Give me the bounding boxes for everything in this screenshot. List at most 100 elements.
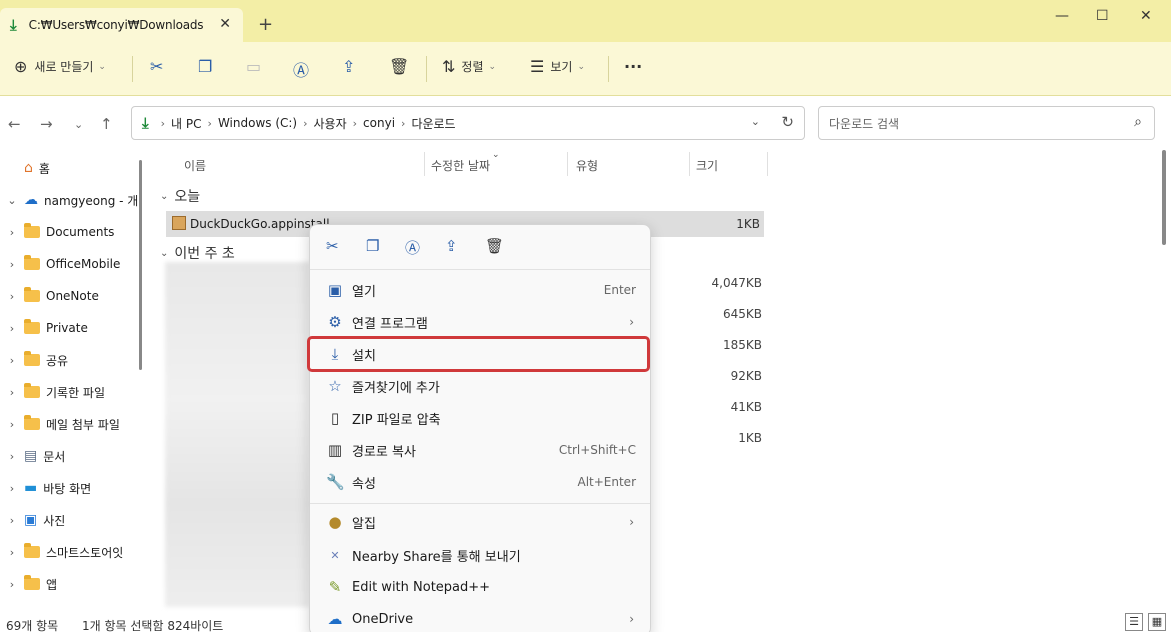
expand-chevron-icon[interactable]: › [0, 354, 24, 367]
forward-arrow-icon[interactable]: → [40, 115, 53, 133]
sidebar-item-shared[interactable]: › 공유 [0, 345, 140, 375]
expand-chevron-icon[interactable]: › [0, 386, 24, 399]
sidebar-item-home[interactable]: ⌂ 홈 [0, 153, 140, 183]
sidebar-item-smartstore[interactable]: › 스마트스토어잇 [0, 537, 140, 567]
close-window-button[interactable]: ✕ [1140, 8, 1152, 24]
wrench-icon: 🔧 [326, 473, 345, 491]
new-tab-button[interactable]: + [258, 14, 273, 35]
share-icon[interactable]: ⇪ [445, 237, 458, 255]
expand-chevron-icon[interactable]: › [0, 546, 24, 559]
column-divider[interactable] [424, 152, 425, 176]
sidebar-item-label: Documents [46, 225, 115, 239]
back-arrow-icon[interactable]: ← [8, 115, 21, 133]
copy-path-icon: ▥ [327, 441, 343, 459]
group-this-week[interactable]: ⌄ 이번 주 초 [160, 243, 235, 263]
expand-chevron-icon[interactable]: › [0, 290, 24, 303]
column-divider[interactable] [689, 152, 690, 176]
column-header-size[interactable]: 크기 [696, 157, 718, 174]
column-header-modified[interactable]: 수정한 날짜 [431, 157, 490, 174]
rename-icon[interactable]: Ⓐ [405, 237, 420, 258]
sidebar-item-label: Private [46, 321, 88, 335]
address-history-chevron-icon[interactable]: ⌄ [751, 115, 760, 128]
breadcrumb-downloads[interactable]: 다운로드 [411, 115, 455, 132]
breadcrumb-users[interactable]: 사용자 [314, 115, 347, 132]
scissors-icon[interactable]: ✂ [326, 237, 339, 255]
paste-button[interactable]: ▭ [246, 57, 261, 76]
minimize-button[interactable]: — [1055, 8, 1069, 24]
sidebar-item-private[interactable]: › Private [0, 313, 140, 343]
view-button[interactable]: ☰ 보기 ⌄ [530, 57, 585, 76]
column-header-name[interactable]: 이름 [184, 157, 206, 174]
breadcrumb-windows-c[interactable]: Windows (C:) [218, 116, 297, 130]
sidebar-item-officemobile[interactable]: › OfficeMobile [0, 249, 140, 279]
file-size: 1KB [736, 217, 760, 231]
sidebar-item-label: 사진 [43, 513, 66, 528]
tab-close-icon[interactable]: ✕ [219, 16, 231, 32]
sidebar-item-pictures[interactable]: › ▣ 사진 [0, 505, 140, 535]
rename-button[interactable]: Ⓐ [293, 57, 309, 81]
search-input[interactable]: 다운로드 검색 ⌕ [818, 106, 1155, 140]
copy-icon[interactable]: ❐ [366, 237, 379, 255]
column-divider[interactable] [767, 152, 768, 176]
blurred-file-list [165, 262, 310, 607]
group-today[interactable]: ⌄ 오늘 [160, 186, 200, 206]
breadcrumb-my-pc[interactable]: 내 PC [171, 115, 201, 132]
details-view-icon[interactable]: ☰ [1125, 613, 1143, 631]
sidebar-item-onenote[interactable]: › OneNote [0, 281, 140, 311]
menu-item-nearby-share[interactable]: ✕ Nearby Share를 통해 보내기 [310, 539, 650, 571]
menu-item-add-favorite[interactable]: ☆ 즐겨찾기에 추가 [310, 370, 650, 402]
maximize-button[interactable]: ☐ [1096, 8, 1109, 24]
expand-chevron-icon[interactable]: › [0, 226, 24, 239]
menu-item-label: 즐겨찾기에 추가 [352, 380, 440, 396]
refresh-icon[interactable]: ↻ [781, 113, 794, 131]
sidebar-item-desktop[interactable]: › ▬ 바탕 화면 [0, 473, 140, 503]
expand-chevron-icon[interactable]: ⌄ [0, 194, 24, 207]
delete-button[interactable]: 🗑 [389, 57, 409, 76]
menu-item-notepad[interactable]: ✎ Edit with Notepad++ [310, 571, 650, 603]
expand-chevron-icon[interactable]: › [0, 578, 24, 591]
menu-item-zip[interactable]: ▯ ZIP 파일로 압축 [310, 402, 650, 434]
expand-chevron-icon[interactable]: › [0, 514, 24, 527]
sidebar-item-apps[interactable]: › 앱 [0, 569, 140, 599]
share-button[interactable]: ⇪ [342, 57, 355, 76]
sort-button[interactable]: ⇅ 정렬 ⌄ [442, 57, 496, 76]
recent-chevron-icon[interactable]: ⌄ [74, 118, 83, 131]
tab-downloads[interactable]: ⤓ C:₩Users₩conyi₩Downloads ✕ [0, 8, 243, 42]
download-icon: ⤓ [142, 114, 149, 132]
sidebar-scrollbar[interactable] [139, 160, 142, 370]
expand-chevron-icon[interactable]: › [0, 418, 24, 431]
breadcrumb-conyi[interactable]: conyi [363, 116, 395, 130]
tiles-view-icon[interactable]: ▦ [1148, 613, 1166, 631]
menu-item-properties[interactable]: 🔧 속성 Alt+Enter [310, 466, 650, 498]
submenu-chevron-icon: › [629, 515, 634, 529]
up-arrow-icon[interactable]: ↑ [100, 115, 113, 133]
column-divider[interactable] [567, 152, 568, 176]
menu-item-alzip[interactable]: ● 알집 › [310, 506, 650, 538]
menu-item-open-with[interactable]: ⚙ 연결 프로그램 › [310, 306, 650, 338]
sidebar-item-documents[interactable]: › Documents [0, 217, 140, 247]
sidebar-item-docs[interactable]: › ▤ 문서 [0, 441, 140, 471]
expand-chevron-icon[interactable]: › [0, 258, 24, 271]
column-header-type[interactable]: 유형 [576, 157, 598, 174]
menu-item-open[interactable]: ▣ 열기 Enter [310, 274, 650, 306]
menu-item-copy-path[interactable]: ▥ 경로로 복사 Ctrl+Shift+C [310, 434, 650, 466]
address-bar[interactable]: ⤓ › 내 PC › Windows (C:) › 사용자 › conyi › … [131, 106, 805, 140]
tab-title: C:₩Users₩conyi₩Downloads [28, 18, 204, 32]
sidebar-item-recorded-files[interactable]: › 기록한 파일 [0, 377, 140, 407]
trash-icon[interactable]: 🗑 [485, 237, 504, 255]
expand-chevron-icon[interactable]: › [0, 322, 24, 335]
sidebar-item-onedrive[interactable]: ⌄ ☁ namgyeong - 개 [0, 185, 140, 215]
expand-chevron-icon[interactable]: › [0, 450, 24, 463]
expand-chevron-icon[interactable]: › [0, 482, 24, 495]
file-size: 41KB [730, 400, 762, 414]
menu-item-onedrive[interactable]: ☁ OneDrive › [310, 603, 650, 632]
new-button[interactable]: ⊕ 새로 만들기 ⌄ [14, 57, 106, 76]
folder-icon [24, 319, 40, 334]
copy-button[interactable]: ❐ [198, 57, 212, 76]
file-list-scrollbar[interactable] [1162, 150, 1166, 245]
home-icon: ⌂ [24, 160, 33, 176]
sidebar-item-mail-attachments[interactable]: › 메일 첨부 파일 [0, 409, 140, 439]
menu-item-label: ZIP 파일로 압축 [352, 412, 441, 428]
cut-button[interactable]: ✂ [150, 57, 163, 76]
more-options-button[interactable]: ··· [624, 57, 642, 76]
